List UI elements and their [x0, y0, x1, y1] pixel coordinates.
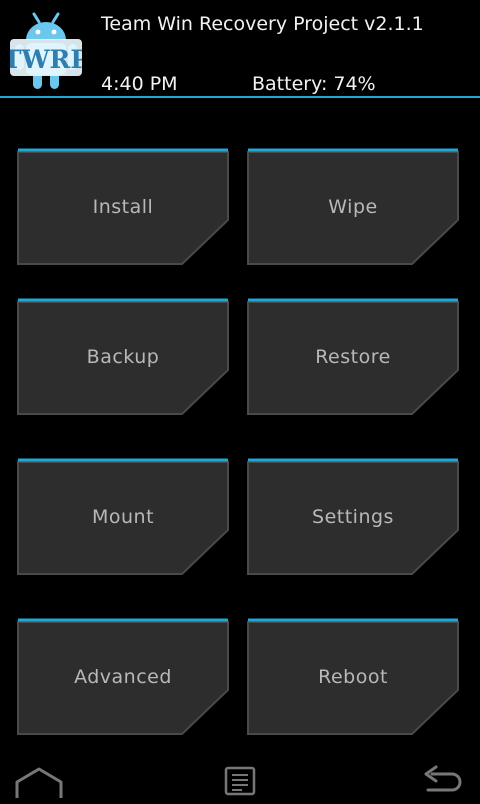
- backup-button[interactable]: Backup: [16, 298, 230, 416]
- tile-shape: [17, 148, 229, 265]
- twrp-logo-icon: TWRP: [10, 12, 82, 89]
- advanced-button[interactable]: Advanced: [16, 618, 230, 736]
- mount-button[interactable]: Mount: [16, 458, 230, 576]
- back-icon: [424, 765, 462, 792]
- header-bar: TWRP Team Win Recovery Project v2.1.1 4:…: [0, 0, 480, 98]
- tile-shape: [247, 148, 459, 265]
- bottom-navbar: [0, 760, 480, 800]
- battery-status: Battery: 74%: [252, 73, 376, 95]
- wipe-button[interactable]: Wipe: [246, 148, 460, 266]
- app-title: Team Win Recovery Project v2.1.1: [101, 13, 424, 35]
- home-icon: [15, 767, 63, 798]
- restore-button[interactable]: Restore: [246, 298, 460, 416]
- tile-shape: [17, 618, 229, 735]
- tile-shape: [247, 618, 459, 735]
- tile-shape: [247, 298, 459, 415]
- tile-shape: [17, 458, 229, 575]
- home-button[interactable]: [14, 760, 64, 800]
- clock: 4:40 PM: [101, 73, 178, 95]
- svg-text:TWRP: TWRP: [10, 45, 82, 74]
- install-button[interactable]: Install: [16, 148, 230, 266]
- console-button[interactable]: [224, 760, 256, 800]
- reboot-button[interactable]: Reboot: [246, 618, 460, 736]
- console-icon: [224, 766, 256, 796]
- settings-button[interactable]: Settings: [246, 458, 460, 576]
- tile-shape: [17, 298, 229, 415]
- main-menu-grid: Install Wipe Backup Restore Mount Settin…: [0, 100, 480, 760]
- tile-shape: [247, 458, 459, 575]
- back-button[interactable]: [418, 760, 466, 800]
